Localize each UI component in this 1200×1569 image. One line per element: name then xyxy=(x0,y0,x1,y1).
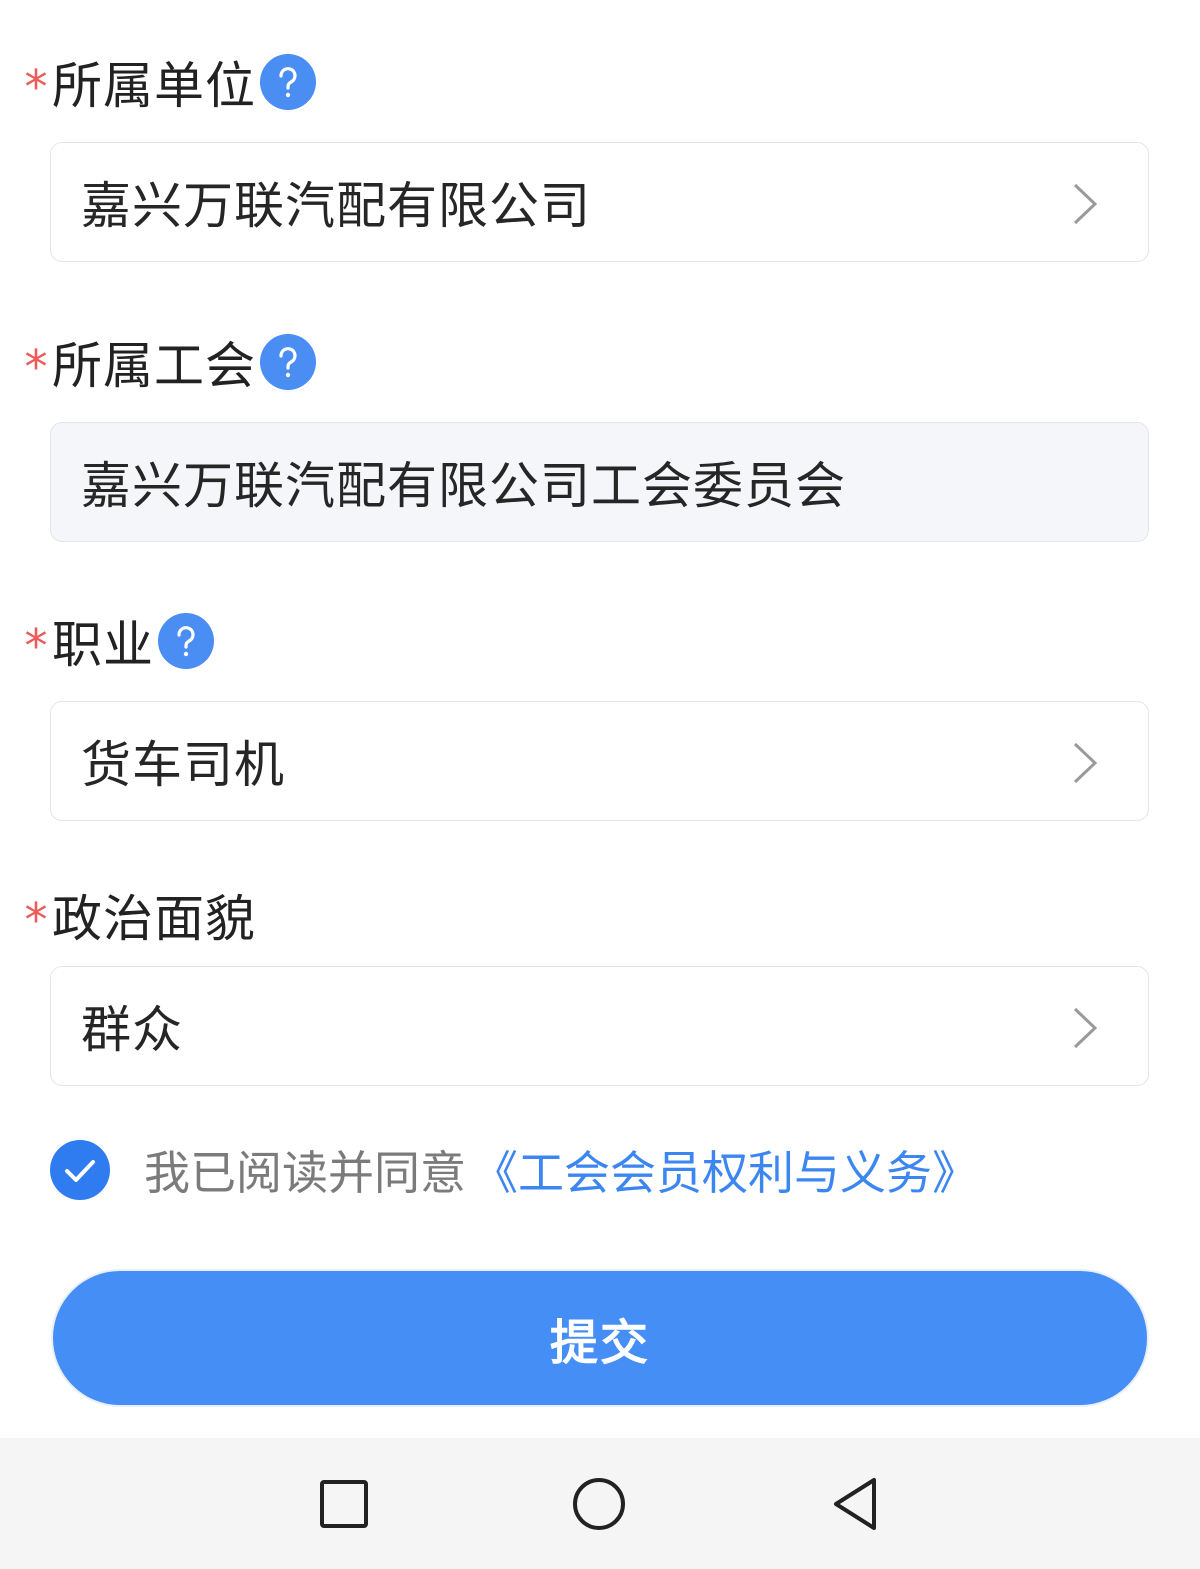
agreement-link[interactable]: 《工会会员权利与义务》 xyxy=(472,1137,978,1203)
submit-button[interactable]: 提交 xyxy=(53,1271,1147,1405)
required-mark: * xyxy=(24,619,48,673)
chevron-right-icon xyxy=(1073,742,1098,784)
political-value: 群众 xyxy=(81,1001,183,1059)
label-occupation-text: 职业 xyxy=(52,616,154,674)
agreement-row: 我已阅读并同意 《工会会员权利与义务》 xyxy=(50,1138,978,1202)
label-unit: * 所属单位 xyxy=(20,42,316,122)
chevron-right-icon xyxy=(1073,1007,1098,1049)
union-value: 嘉兴万联汽配有限公司工会委员会 xyxy=(81,457,846,515)
union-field: 嘉兴万联汽配有限公司工会委员会 xyxy=(50,422,1149,542)
circle-icon[interactable] xyxy=(569,1474,629,1534)
label-political-text: 政治面貌 xyxy=(52,890,256,948)
required-mark: * xyxy=(24,60,48,114)
chevron-right-icon xyxy=(1073,183,1098,225)
required-mark: * xyxy=(24,340,48,394)
system-nav-bar xyxy=(0,1438,1200,1569)
unit-value: 嘉兴万联汽配有限公司 xyxy=(81,177,591,235)
help-icon[interactable] xyxy=(158,613,214,669)
triangle-back-icon[interactable] xyxy=(826,1474,886,1534)
label-political: * 政治面貌 xyxy=(20,875,256,955)
agreement-checkbox[interactable] xyxy=(50,1140,110,1200)
occupation-select[interactable]: 货车司机 xyxy=(50,701,1149,821)
political-select[interactable]: 群众 xyxy=(50,966,1149,1086)
unit-select[interactable]: 嘉兴万联汽配有限公司 xyxy=(50,142,1149,262)
label-unit-text: 所属单位 xyxy=(52,57,256,115)
help-icon[interactable] xyxy=(260,54,316,110)
help-icon[interactable] xyxy=(260,334,316,390)
label-union: * 所属工会 xyxy=(20,322,316,402)
form-page: * 所属单位 嘉兴万联汽配有限公司 * 所属工会 嘉兴万联汽配有限公司工会委员会… xyxy=(0,0,1200,1569)
check-icon xyxy=(65,1160,95,1182)
required-mark: * xyxy=(24,893,48,947)
occupation-value: 货车司机 xyxy=(81,736,285,794)
square-icon[interactable] xyxy=(314,1474,374,1534)
agreement-text: 我已阅读并同意 xyxy=(144,1146,466,1200)
label-occupation: * 职业 xyxy=(20,601,214,681)
label-union-text: 所属工会 xyxy=(52,337,256,395)
